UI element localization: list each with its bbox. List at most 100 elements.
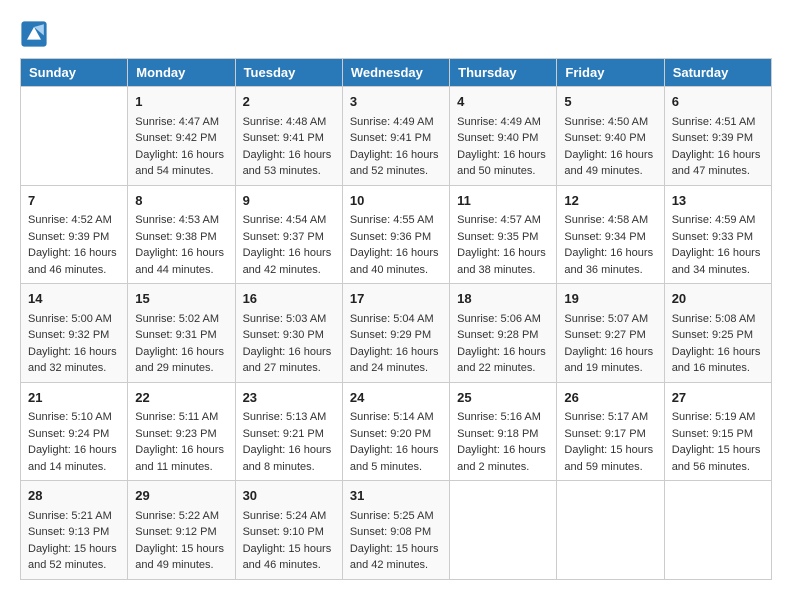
day-number: 12 (564, 191, 656, 211)
calendar-week-row: 1Sunrise: 4:47 AM Sunset: 9:42 PM Daylig… (21, 87, 772, 186)
day-number: 23 (243, 388, 335, 408)
day-number: 17 (350, 289, 442, 309)
day-number: 27 (672, 388, 764, 408)
day-info: Sunrise: 5:16 AM Sunset: 9:18 PM Dayligh… (457, 409, 549, 475)
day-of-week-header: Monday (128, 59, 235, 87)
day-info: Sunrise: 5:22 AM Sunset: 9:12 PM Dayligh… (135, 508, 227, 574)
day-number: 9 (243, 191, 335, 211)
calendar-cell: 31Sunrise: 5:25 AM Sunset: 9:08 PM Dayli… (342, 481, 449, 580)
day-number: 11 (457, 191, 549, 211)
calendar-cell: 17Sunrise: 5:04 AM Sunset: 9:29 PM Dayli… (342, 284, 449, 383)
day-number: 21 (28, 388, 120, 408)
day-info: Sunrise: 5:17 AM Sunset: 9:17 PM Dayligh… (564, 409, 656, 475)
day-info: Sunrise: 5:11 AM Sunset: 9:23 PM Dayligh… (135, 409, 227, 475)
calendar-cell: 16Sunrise: 5:03 AM Sunset: 9:30 PM Dayli… (235, 284, 342, 383)
day-info: Sunrise: 5:00 AM Sunset: 9:32 PM Dayligh… (28, 311, 120, 377)
day-number: 25 (457, 388, 549, 408)
day-info: Sunrise: 4:50 AM Sunset: 9:40 PM Dayligh… (564, 114, 656, 180)
day-info: Sunrise: 4:49 AM Sunset: 9:41 PM Dayligh… (350, 114, 442, 180)
day-number: 3 (350, 92, 442, 112)
calendar-cell: 1Sunrise: 4:47 AM Sunset: 9:42 PM Daylig… (128, 87, 235, 186)
day-number: 31 (350, 486, 442, 506)
day-info: Sunrise: 5:14 AM Sunset: 9:20 PM Dayligh… (350, 409, 442, 475)
day-number: 18 (457, 289, 549, 309)
calendar-cell: 3Sunrise: 4:49 AM Sunset: 9:41 PM Daylig… (342, 87, 449, 186)
calendar-week-row: 7Sunrise: 4:52 AM Sunset: 9:39 PM Daylig… (21, 185, 772, 284)
calendar-cell (450, 481, 557, 580)
day-number: 16 (243, 289, 335, 309)
day-info: Sunrise: 4:48 AM Sunset: 9:41 PM Dayligh… (243, 114, 335, 180)
calendar-cell: 24Sunrise: 5:14 AM Sunset: 9:20 PM Dayli… (342, 382, 449, 481)
day-number: 8 (135, 191, 227, 211)
day-info: Sunrise: 5:25 AM Sunset: 9:08 PM Dayligh… (350, 508, 442, 574)
calendar-cell: 30Sunrise: 5:24 AM Sunset: 9:10 PM Dayli… (235, 481, 342, 580)
day-info: Sunrise: 4:59 AM Sunset: 9:33 PM Dayligh… (672, 212, 764, 278)
calendar-cell: 5Sunrise: 4:50 AM Sunset: 9:40 PM Daylig… (557, 87, 664, 186)
calendar-cell: 15Sunrise: 5:02 AM Sunset: 9:31 PM Dayli… (128, 284, 235, 383)
day-number: 6 (672, 92, 764, 112)
day-info: Sunrise: 4:49 AM Sunset: 9:40 PM Dayligh… (457, 114, 549, 180)
day-number: 4 (457, 92, 549, 112)
day-info: Sunrise: 5:13 AM Sunset: 9:21 PM Dayligh… (243, 409, 335, 475)
day-info: Sunrise: 4:53 AM Sunset: 9:38 PM Dayligh… (135, 212, 227, 278)
calendar-cell: 26Sunrise: 5:17 AM Sunset: 9:17 PM Dayli… (557, 382, 664, 481)
calendar-cell: 21Sunrise: 5:10 AM Sunset: 9:24 PM Dayli… (21, 382, 128, 481)
day-of-week-header: Thursday (450, 59, 557, 87)
calendar-cell (664, 481, 771, 580)
day-number: 20 (672, 289, 764, 309)
calendar-week-row: 14Sunrise: 5:00 AM Sunset: 9:32 PM Dayli… (21, 284, 772, 383)
day-number: 29 (135, 486, 227, 506)
day-info: Sunrise: 5:03 AM Sunset: 9:30 PM Dayligh… (243, 311, 335, 377)
calendar-cell: 25Sunrise: 5:16 AM Sunset: 9:18 PM Dayli… (450, 382, 557, 481)
day-info: Sunrise: 4:57 AM Sunset: 9:35 PM Dayligh… (457, 212, 549, 278)
day-info: Sunrise: 5:07 AM Sunset: 9:27 PM Dayligh… (564, 311, 656, 377)
day-of-week-header: Wednesday (342, 59, 449, 87)
day-info: Sunrise: 5:19 AM Sunset: 9:15 PM Dayligh… (672, 409, 764, 475)
calendar-cell: 10Sunrise: 4:55 AM Sunset: 9:36 PM Dayli… (342, 185, 449, 284)
logo (20, 20, 52, 48)
day-info: Sunrise: 5:21 AM Sunset: 9:13 PM Dayligh… (28, 508, 120, 574)
day-number: 2 (243, 92, 335, 112)
logo-icon (20, 20, 48, 48)
day-info: Sunrise: 4:51 AM Sunset: 9:39 PM Dayligh… (672, 114, 764, 180)
day-info: Sunrise: 4:55 AM Sunset: 9:36 PM Dayligh… (350, 212, 442, 278)
page-header (20, 20, 772, 48)
day-info: Sunrise: 5:10 AM Sunset: 9:24 PM Dayligh… (28, 409, 120, 475)
calendar-cell: 19Sunrise: 5:07 AM Sunset: 9:27 PM Dayli… (557, 284, 664, 383)
day-number: 15 (135, 289, 227, 309)
calendar-week-row: 28Sunrise: 5:21 AM Sunset: 9:13 PM Dayli… (21, 481, 772, 580)
calendar-week-row: 21Sunrise: 5:10 AM Sunset: 9:24 PM Dayli… (21, 382, 772, 481)
day-of-week-header: Saturday (664, 59, 771, 87)
day-info: Sunrise: 5:06 AM Sunset: 9:28 PM Dayligh… (457, 311, 549, 377)
day-number: 10 (350, 191, 442, 211)
calendar-cell: 20Sunrise: 5:08 AM Sunset: 9:25 PM Dayli… (664, 284, 771, 383)
day-number: 28 (28, 486, 120, 506)
calendar-cell: 18Sunrise: 5:06 AM Sunset: 9:28 PM Dayli… (450, 284, 557, 383)
calendar-cell: 7Sunrise: 4:52 AM Sunset: 9:39 PM Daylig… (21, 185, 128, 284)
calendar-header-row: SundayMondayTuesdayWednesdayThursdayFrid… (21, 59, 772, 87)
calendar-cell: 13Sunrise: 4:59 AM Sunset: 9:33 PM Dayli… (664, 185, 771, 284)
day-of-week-header: Sunday (21, 59, 128, 87)
day-number: 22 (135, 388, 227, 408)
calendar-cell: 14Sunrise: 5:00 AM Sunset: 9:32 PM Dayli… (21, 284, 128, 383)
day-number: 30 (243, 486, 335, 506)
calendar-cell: 11Sunrise: 4:57 AM Sunset: 9:35 PM Dayli… (450, 185, 557, 284)
calendar-cell: 6Sunrise: 4:51 AM Sunset: 9:39 PM Daylig… (664, 87, 771, 186)
day-info: Sunrise: 5:02 AM Sunset: 9:31 PM Dayligh… (135, 311, 227, 377)
day-number: 7 (28, 191, 120, 211)
calendar-cell: 12Sunrise: 4:58 AM Sunset: 9:34 PM Dayli… (557, 185, 664, 284)
day-number: 26 (564, 388, 656, 408)
day-number: 19 (564, 289, 656, 309)
calendar-table: SundayMondayTuesdayWednesdayThursdayFrid… (20, 58, 772, 580)
day-of-week-header: Tuesday (235, 59, 342, 87)
calendar-cell (21, 87, 128, 186)
day-number: 5 (564, 92, 656, 112)
calendar-cell: 28Sunrise: 5:21 AM Sunset: 9:13 PM Dayli… (21, 481, 128, 580)
calendar-cell: 9Sunrise: 4:54 AM Sunset: 9:37 PM Daylig… (235, 185, 342, 284)
calendar-cell: 27Sunrise: 5:19 AM Sunset: 9:15 PM Dayli… (664, 382, 771, 481)
day-number: 1 (135, 92, 227, 112)
calendar-cell: 22Sunrise: 5:11 AM Sunset: 9:23 PM Dayli… (128, 382, 235, 481)
day-info: Sunrise: 5:24 AM Sunset: 9:10 PM Dayligh… (243, 508, 335, 574)
day-info: Sunrise: 5:04 AM Sunset: 9:29 PM Dayligh… (350, 311, 442, 377)
day-of-week-header: Friday (557, 59, 664, 87)
